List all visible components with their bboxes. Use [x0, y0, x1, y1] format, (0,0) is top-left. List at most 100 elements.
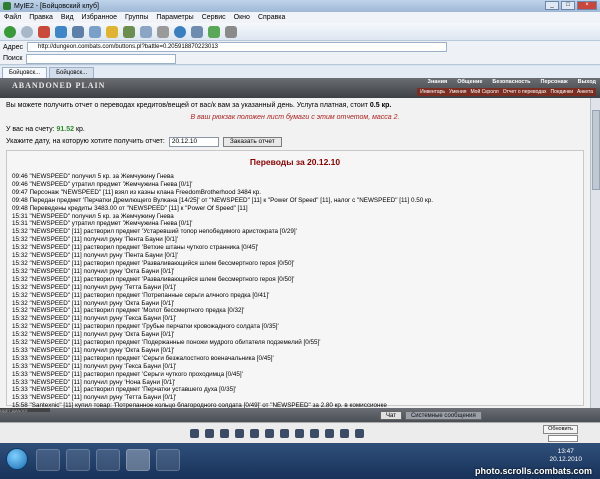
taskbar-app[interactable]	[96, 449, 120, 471]
menu-tools[interactable]: Сервис	[202, 14, 226, 21]
menu-options[interactable]: Параметры	[156, 14, 193, 21]
nav-character[interactable]: Персонаж	[541, 79, 568, 85]
price: 0.5 кр.	[369, 102, 392, 109]
refresh-field[interactable]	[548, 435, 578, 442]
tab-chat[interactable]: Чат	[380, 411, 402, 420]
window-titlebar: MyIE2 - [Бойцовский клуб] _ □ ×	[0, 0, 600, 12]
game-nav-top: Знания Общение Безопасность Персонаж Вых…	[428, 79, 597, 85]
clear-icon[interactable]	[220, 429, 229, 438]
report-line: 15:32 "NEWSPEED" [11] получил руну 'Окта…	[12, 267, 175, 275]
browser-tab[interactable]: Бойцовск...	[2, 67, 48, 78]
history-icon[interactable]	[123, 25, 135, 38]
exit-icon[interactable]	[355, 429, 364, 438]
forward-icon[interactable]	[21, 25, 33, 38]
favorites-icon[interactable]	[106, 25, 118, 38]
nav-exit[interactable]: Выход	[578, 79, 596, 85]
taskbar-app[interactable]	[36, 449, 60, 471]
window-icon[interactable]	[191, 25, 203, 38]
nav-inventory[interactable]: Инвентарь	[420, 89, 445, 95]
search-bar: Поиск	[0, 53, 600, 65]
nav-my-scroll[interactable]: Мой Скролл	[470, 89, 498, 95]
settings-icon[interactable]	[225, 25, 237, 38]
watermark: photo.scrolls.combats.com	[474, 466, 592, 476]
close-button[interactable]: ×	[577, 1, 597, 10]
start-button[interactable]	[6, 448, 28, 470]
menu-edit[interactable]: Правка	[29, 14, 53, 21]
maximize-button[interactable]: □	[561, 1, 575, 10]
address-input[interactable]: http://dungeon.combats.com/buttons.pl?ba…	[27, 42, 448, 52]
nav-battles[interactable]: Поединки	[551, 89, 574, 95]
mail-icon[interactable]	[140, 25, 152, 38]
report-line: 15:31 "NEWSPEED" получил 5 кр. за Жемчуж…	[12, 212, 174, 220]
report-line: 15:32 "NEWSPEED" [11] растворил предмет …	[12, 291, 270, 299]
info-icon[interactable]	[325, 429, 334, 438]
friends-icon[interactable]	[265, 429, 274, 438]
mail-icon[interactable]	[280, 429, 289, 438]
scroll-icon[interactable]	[340, 429, 349, 438]
search-input[interactable]	[26, 53, 177, 64]
chat-strip: ИДЕТ ДИАЛОГ	[0, 408, 50, 413]
report-line: 15:33 "NEWSPEED" [11] получил руну 'Гекс…	[12, 362, 177, 370]
stop-icon[interactable]	[38, 25, 50, 38]
filter-icon[interactable]	[235, 429, 244, 438]
order-report-button[interactable]: Заказать отчет	[222, 137, 282, 147]
report-line: 09:47 Персонаж "NEWSPEED" [11] взял из к…	[12, 188, 261, 196]
date-line: Укажите дату, на которую хотите получить…	[6, 136, 584, 148]
tools-icon[interactable]	[208, 25, 220, 38]
smile-icon[interactable]	[190, 429, 199, 438]
refresh-icon[interactable]	[55, 25, 67, 38]
report-request-panel: Вы можете получить отчет о переводах кре…	[6, 100, 584, 148]
search-icon[interactable]	[89, 25, 101, 38]
minimize-button[interactable]: _	[545, 1, 559, 10]
balance-line: У вас на счету: 91.52 кр.	[6, 126, 85, 133]
windows-taskbar: 13:47 20.12.2010 photo.scrolls.combats.c…	[0, 443, 600, 479]
globe-icon[interactable]	[174, 25, 186, 38]
report-line: 15:33 "NEWSPEED" [11] растворил предмет …	[12, 386, 237, 394]
clan-icon[interactable]	[295, 429, 304, 438]
refresh-button[interactable]: Обновить	[543, 425, 578, 434]
taskbar-app[interactable]	[66, 449, 90, 471]
menu-help[interactable]: Справка	[258, 14, 285, 21]
sound-icon[interactable]	[250, 429, 259, 438]
nav-skills[interactable]: Умения	[449, 89, 466, 95]
report-line: 15:32 "NEWSPEED" [11] растворил предмет …	[12, 259, 295, 267]
paper-note: В ваш рюкзак положен лист бумаги с этим …	[190, 114, 400, 121]
game-header: ABANDONED PLAIN Знания Общение Безопасно…	[0, 78, 600, 98]
report-line: 15:33 "NEWSPEED" [11] получил руну 'Окта…	[12, 346, 175, 354]
taskbar-app[interactable]	[126, 449, 150, 471]
nav-profile[interactable]: Анкета	[577, 89, 593, 95]
map-icon[interactable]	[310, 429, 319, 438]
nav-security[interactable]: Безопасность	[492, 79, 530, 85]
search-label: Поиск	[3, 55, 23, 62]
scrollbar-thumb[interactable]	[592, 110, 600, 190]
nav-communication[interactable]: Общение	[457, 79, 482, 85]
page-scrollbar[interactable]	[590, 98, 600, 408]
report-line: 09:46 "NEWSPEED" утратил предмет 'Жемчуж…	[12, 180, 193, 188]
browser-tab[interactable]: Бойцовск...	[49, 67, 95, 78]
menu-favorites[interactable]: Избранное	[82, 14, 117, 21]
system-clock[interactable]: 13:47 20.12.2010	[549, 448, 582, 464]
home-icon[interactable]	[72, 25, 84, 38]
menu-groups[interactable]: Группы	[125, 14, 148, 21]
report-line: 15:32 "NEWSPEED" [11] получил руну 'Окта…	[12, 331, 175, 339]
clock-time: 13:47	[557, 448, 574, 455]
back-icon[interactable]	[4, 25, 16, 38]
menu-window[interactable]: Окно	[234, 14, 250, 21]
date-label: Укажите дату, на которую хотите получить…	[6, 138, 165, 145]
taskbar-app[interactable]	[156, 449, 180, 471]
nav-knowledge[interactable]: Знания	[428, 79, 448, 85]
tab-system-messages[interactable]: Системные сообщения	[404, 411, 482, 420]
report-line: 15:32 "NEWSPEED" [11] получил руну 'Пент…	[12, 236, 179, 244]
report-line: 15:32 "NEWSPEED" [11] растворил предмет …	[12, 323, 279, 331]
intro-text: Вы можете получить отчет о переводах кре…	[6, 102, 392, 109]
address-label: Адрес	[3, 43, 24, 51]
taskbar-apps	[36, 449, 180, 471]
report-line: 15:32 "NEWSPEED" [11] растворил предмет …	[12, 307, 245, 315]
menu-view[interactable]: Вид	[61, 14, 74, 21]
date-input[interactable]: 20.12.10	[168, 137, 219, 147]
print-icon[interactable]	[157, 25, 169, 38]
report-line: 15:32 "NEWSPEED" [11] растворил предмет …	[12, 339, 321, 347]
menu-file[interactable]: Файл	[4, 14, 21, 21]
nav-transfer-report[interactable]: Отчет о переводах	[503, 89, 547, 95]
settings-icon[interactable]	[205, 429, 214, 438]
